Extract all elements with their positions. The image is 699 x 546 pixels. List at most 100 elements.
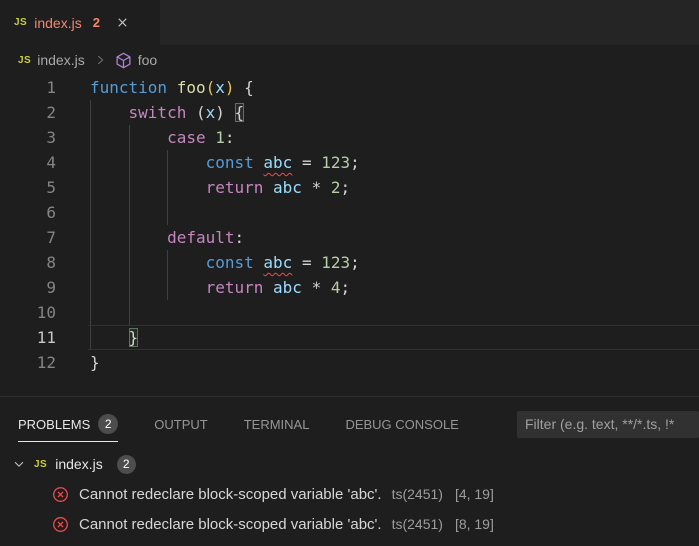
code-text: const abc = 123; — [90, 250, 699, 275]
indent-guide — [90, 275, 91, 300]
breadcrumb-symbol[interactable]: foo — [138, 52, 157, 68]
debug-console-tab-label: DEBUG CONSOLE — [345, 417, 458, 432]
code-line[interactable]: 8 const abc = 123; — [0, 250, 699, 275]
indent-guide — [90, 225, 91, 250]
javascript-file-icon: JS — [34, 459, 47, 470]
indent-guide — [90, 300, 91, 325]
code-line[interactable]: 4 const abc = 123; — [0, 150, 699, 175]
bottom-panel: PROBLEMS 2 OUTPUT TERMINAL DEBUG CONSOLE… — [0, 396, 699, 546]
code-line[interactable]: 5 return abc * 2; — [0, 175, 699, 200]
line-number: 1 — [0, 75, 56, 100]
code-line[interactable]: 2 switch (x) { — [0, 100, 699, 125]
problem-message: Cannot redeclare block-scoped variable '… — [79, 486, 382, 503]
file-error-count-badge: 2 — [117, 455, 136, 474]
tab-index-js[interactable]: JS index.js 2 — [0, 0, 160, 45]
error-icon — [52, 516, 69, 533]
line-number: 12 — [0, 350, 56, 375]
indent-guide — [167, 175, 168, 200]
indent-guide — [167, 200, 168, 225]
problem-item[interactable]: Cannot redeclare block-scoped variable '… — [0, 479, 699, 509]
code-line[interactable]: 12} — [0, 350, 699, 375]
code-text: } — [90, 350, 699, 375]
problem-location: [8, 19] — [455, 516, 494, 532]
code-text: default: — [90, 225, 699, 250]
code-line[interactable]: 11 } — [0, 325, 699, 350]
indent-guide — [90, 250, 91, 275]
tab-label: index.js — [34, 15, 81, 31]
indent-guide — [90, 150, 91, 175]
javascript-file-icon: JS — [18, 55, 31, 66]
indent-guide — [167, 275, 168, 300]
code-text: return abc * 2; — [90, 175, 699, 200]
indent-guide — [90, 100, 91, 125]
indent-guide — [129, 175, 130, 200]
code-line[interactable]: 9 return abc * 4; — [0, 275, 699, 300]
problem-source: ts(2451) — [392, 486, 443, 502]
chevron-down-icon[interactable] — [12, 457, 26, 471]
code-line[interactable]: 3 case 1: — [0, 125, 699, 150]
line-number: 3 — [0, 125, 56, 150]
problem-message: Cannot redeclare block-scoped variable '… — [79, 516, 382, 533]
indent-guide — [129, 225, 130, 250]
line-number: 4 — [0, 150, 56, 175]
problems-tab-label: PROBLEMS — [18, 417, 90, 432]
line-number: 6 — [0, 200, 56, 225]
panel-tab-bar: PROBLEMS 2 OUTPUT TERMINAL DEBUG CONSOLE — [0, 397, 699, 445]
line-number: 7 — [0, 225, 56, 250]
editor-tab-bar: JS index.js 2 — [0, 0, 699, 45]
indent-guide — [90, 200, 91, 225]
indent-guide — [129, 125, 130, 150]
code-line[interactable]: 7 default: — [0, 225, 699, 250]
code-text: const abc = 123; — [90, 150, 699, 175]
terminal-tab-label: TERMINAL — [244, 417, 310, 432]
problems-file-name: index.js — [55, 456, 102, 472]
symbol-function-icon — [115, 52, 132, 69]
output-tab-label: OUTPUT — [154, 417, 207, 432]
tab-terminal[interactable]: TERMINAL — [244, 417, 310, 432]
line-number: 10 — [0, 300, 56, 325]
code-text: case 1: — [90, 125, 699, 150]
breadcrumb-file[interactable]: index.js — [37, 52, 84, 68]
problems-filter-input[interactable] — [517, 411, 699, 438]
indent-guide — [129, 300, 130, 325]
code-text: function foo(x) { — [90, 75, 699, 100]
indent-guide — [129, 150, 130, 175]
indent-guide — [90, 175, 91, 200]
error-icon — [52, 486, 69, 503]
code-lines: 1function foo(x) {2 switch (x) {3 case 1… — [0, 75, 699, 375]
code-text: switch (x) { — [90, 100, 699, 125]
code-line[interactable]: 6 — [0, 200, 699, 225]
javascript-file-icon: JS — [14, 17, 27, 28]
indent-guide — [167, 250, 168, 275]
chevron-right-icon — [93, 53, 107, 67]
problem-item[interactable]: Cannot redeclare block-scoped variable '… — [0, 509, 699, 539]
vscode-window: JS index.js 2 JS index.js foo 1 function … — [0, 0, 699, 546]
code-editor[interactable]: 1function foo(x) {2 switch (x) {3 case 1… — [0, 75, 699, 396]
breadcrumb: JS index.js foo — [0, 45, 699, 75]
tab-debug-console[interactable]: DEBUG CONSOLE — [345, 417, 458, 432]
code-text: return abc * 4; — [90, 275, 699, 300]
indent-guide — [129, 250, 130, 275]
code-line[interactable]: 10 — [0, 300, 699, 325]
tab-problems[interactable]: PROBLEMS 2 — [18, 414, 118, 442]
indent-guide — [167, 150, 168, 175]
problem-location: [4, 19] — [455, 486, 494, 502]
code-text — [90, 200, 699, 225]
indent-guide — [129, 275, 130, 300]
line-number: 8 — [0, 250, 56, 275]
code-text: } — [90, 325, 699, 350]
problems-list: JS index.js 2 Cannot redeclare block-sco… — [0, 445, 699, 546]
line-number: 2 — [0, 100, 56, 125]
problem-source: ts(2451) — [392, 516, 443, 532]
indent-guide — [129, 200, 130, 225]
code-text — [90, 300, 699, 325]
problems-file-group[interactable]: JS index.js 2 — [0, 449, 699, 479]
line-number: 9 — [0, 275, 56, 300]
line-number: 11 — [0, 325, 56, 350]
close-icon[interactable] — [115, 15, 130, 30]
problems-count-badge: 2 — [98, 414, 118, 434]
indent-guide — [90, 325, 91, 350]
indent-guide — [90, 125, 91, 150]
code-line[interactable]: 1 function foo(x) { — [0, 75, 699, 100]
tab-output[interactable]: OUTPUT — [154, 417, 207, 432]
